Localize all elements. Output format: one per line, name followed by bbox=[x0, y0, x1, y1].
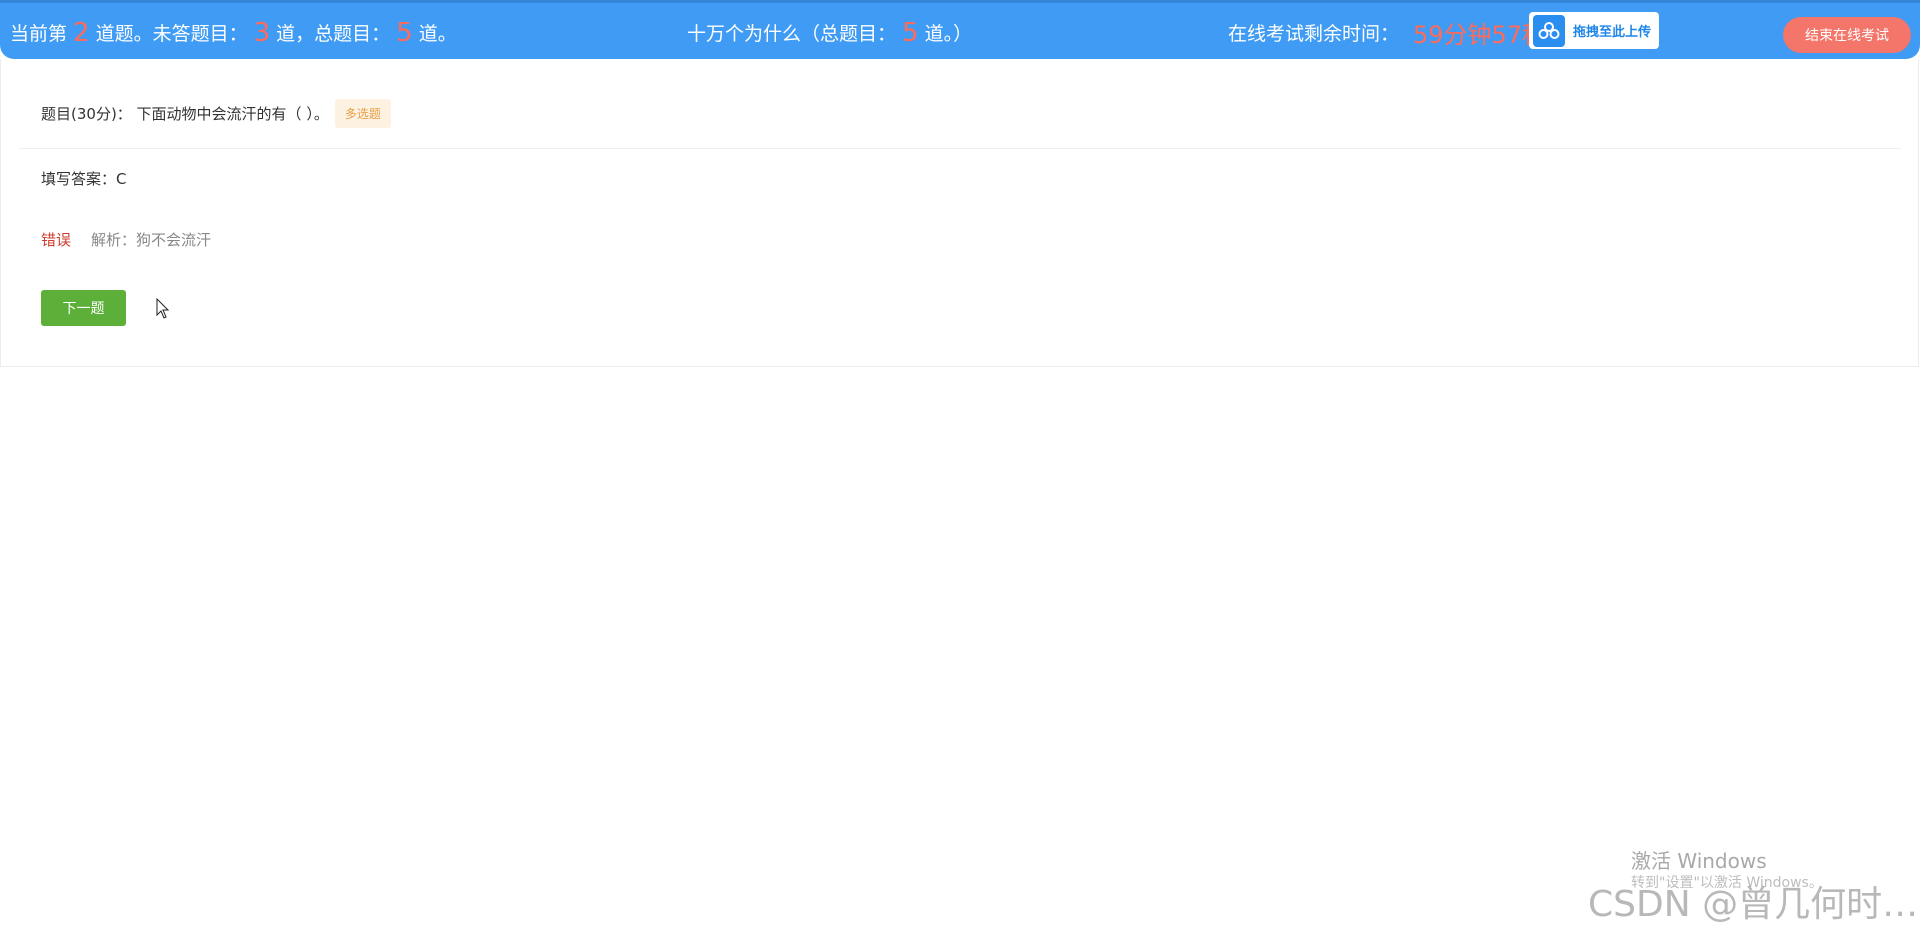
timer: 在线考试剩余时间： 59分钟57秒 bbox=[1228, 3, 1546, 62]
total-suffix: 道。 bbox=[418, 23, 457, 45]
divider bbox=[19, 148, 1901, 149]
current-suffix: 道题。未答题目： bbox=[95, 23, 248, 45]
unanswered-count: 3 bbox=[253, 17, 271, 48]
timer-label: 在线考试剩余时间： bbox=[1228, 23, 1400, 45]
progress-info: 当前第 2 道题。未答题目： 3 道，总题目： 5 道。 bbox=[10, 3, 457, 62]
result-analysis: 解析：狗不会流汗 bbox=[91, 231, 212, 249]
upload-label: 拖拽至此上传 bbox=[1573, 25, 1652, 40]
question-row: 题目(30分)： 下面动物中会流汗的有（ ）。 多选题 bbox=[41, 99, 391, 128]
next-question-button[interactable]: 下一题 bbox=[41, 290, 126, 326]
upload-drop-zone[interactable]: 拖拽至此上传 bbox=[1529, 12, 1659, 49]
exam-header: 当前第 2 道题。未答题目： 3 道，总题目： 5 道。 十万个为什么（总题目：… bbox=[0, 0, 1920, 59]
exam-total-count: 5 bbox=[902, 17, 919, 48]
filled-answer: 填写答案：C bbox=[41, 170, 127, 188]
cloud-upload-icon bbox=[1533, 14, 1565, 47]
csdn-watermark: CSDN @曾几何时… bbox=[1588, 884, 1919, 925]
mouse-cursor-icon bbox=[156, 298, 170, 319]
exam-title-suffix: 道。） bbox=[924, 23, 973, 45]
unanswered-suffix: 道，总题目： bbox=[276, 23, 391, 45]
current-prefix: 当前第 bbox=[10, 23, 68, 45]
exam-title: 十万个为什么（总题目： 5 道。） bbox=[687, 3, 972, 62]
result-row: 错误 解析：狗不会流汗 bbox=[41, 229, 211, 250]
end-exam-button[interactable]: 结束在线考试 bbox=[1783, 17, 1911, 53]
question-panel: 题目(30分)： 下面动物中会流汗的有（ ）。 多选题 填写答案：C 错误 解析… bbox=[0, 59, 1919, 367]
exam-title-text: 十万个为什么（总题目： bbox=[687, 23, 897, 45]
windows-activation-title: 激活 Windows bbox=[1631, 849, 1767, 873]
question-type-tag: 多选题 bbox=[334, 99, 391, 128]
result-status: 错误 bbox=[41, 231, 72, 249]
question-title: 题目(30分)： 下面动物中会流汗的有（ ）。 bbox=[41, 105, 329, 123]
current-question-number: 2 bbox=[73, 17, 90, 48]
total-count: 5 bbox=[396, 17, 413, 48]
timer-value: 59分钟57秒 bbox=[1413, 21, 1547, 49]
